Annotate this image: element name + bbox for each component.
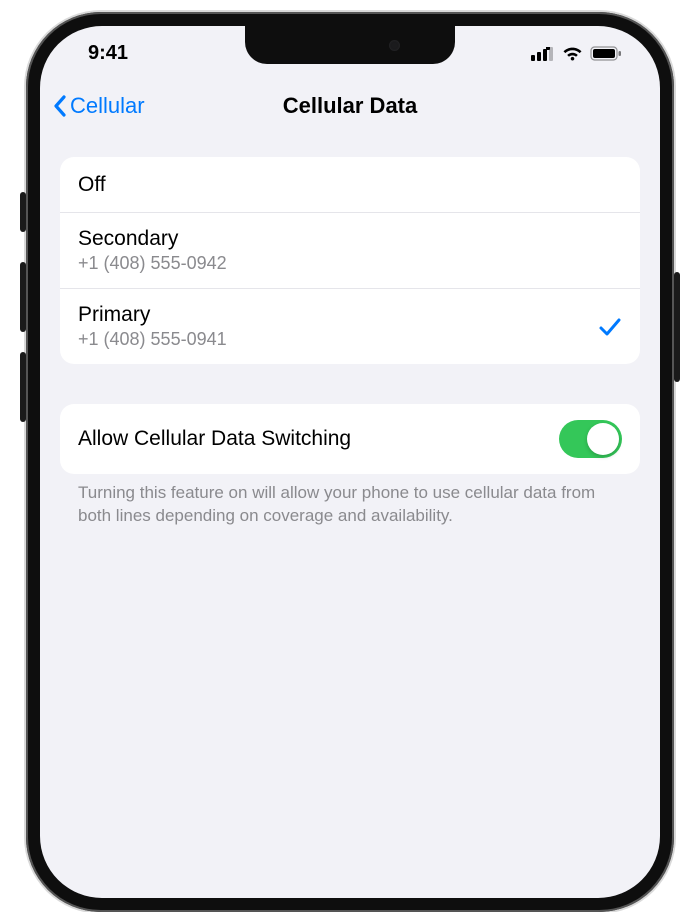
content: Off Secondary +1 (408) 555-0942 Primary … (40, 131, 660, 528)
option-secondary[interactable]: Secondary +1 (408) 555-0942 (60, 213, 640, 289)
switching-group: Allow Cellular Data Switching (60, 404, 640, 474)
screen: 9:41 (40, 26, 660, 898)
data-line-selection-group: Off Secondary +1 (408) 555-0942 Primary … (60, 157, 640, 364)
back-button[interactable]: Cellular (52, 93, 145, 119)
status-icons (531, 46, 622, 61)
option-secondary-label: Secondary (78, 227, 227, 251)
mute-switch (20, 192, 26, 232)
nav-bar: Cellular Cellular Data (40, 81, 660, 131)
battery-icon (590, 46, 622, 61)
option-off-label: Off (78, 173, 106, 197)
status-time: 9:41 (88, 42, 128, 65)
cellular-signal-icon (531, 47, 555, 61)
wifi-icon (562, 46, 583, 61)
toggle-knob (587, 423, 619, 455)
option-off[interactable]: Off (60, 157, 640, 213)
allow-switching-toggle[interactable] (559, 420, 622, 458)
notch (245, 26, 455, 64)
allow-switching-label: Allow Cellular Data Switching (78, 427, 351, 451)
side-button (674, 272, 680, 382)
checkmark-icon (598, 316, 622, 338)
volume-up-button (20, 262, 26, 332)
option-primary-label: Primary (78, 303, 227, 327)
volume-down-button (20, 352, 26, 422)
allow-switching-row[interactable]: Allow Cellular Data Switching (60, 404, 640, 474)
switching-footer: Turning this feature on will allow your … (60, 474, 640, 528)
back-label: Cellular (70, 93, 145, 119)
page-title: Cellular Data (283, 93, 418, 119)
option-secondary-number: +1 (408) 555-0942 (78, 253, 227, 274)
option-primary[interactable]: Primary +1 (408) 555-0941 (60, 289, 640, 364)
phone-frame: 9:41 (26, 12, 674, 912)
option-primary-number: +1 (408) 555-0941 (78, 329, 227, 350)
chevron-left-icon (52, 94, 68, 118)
